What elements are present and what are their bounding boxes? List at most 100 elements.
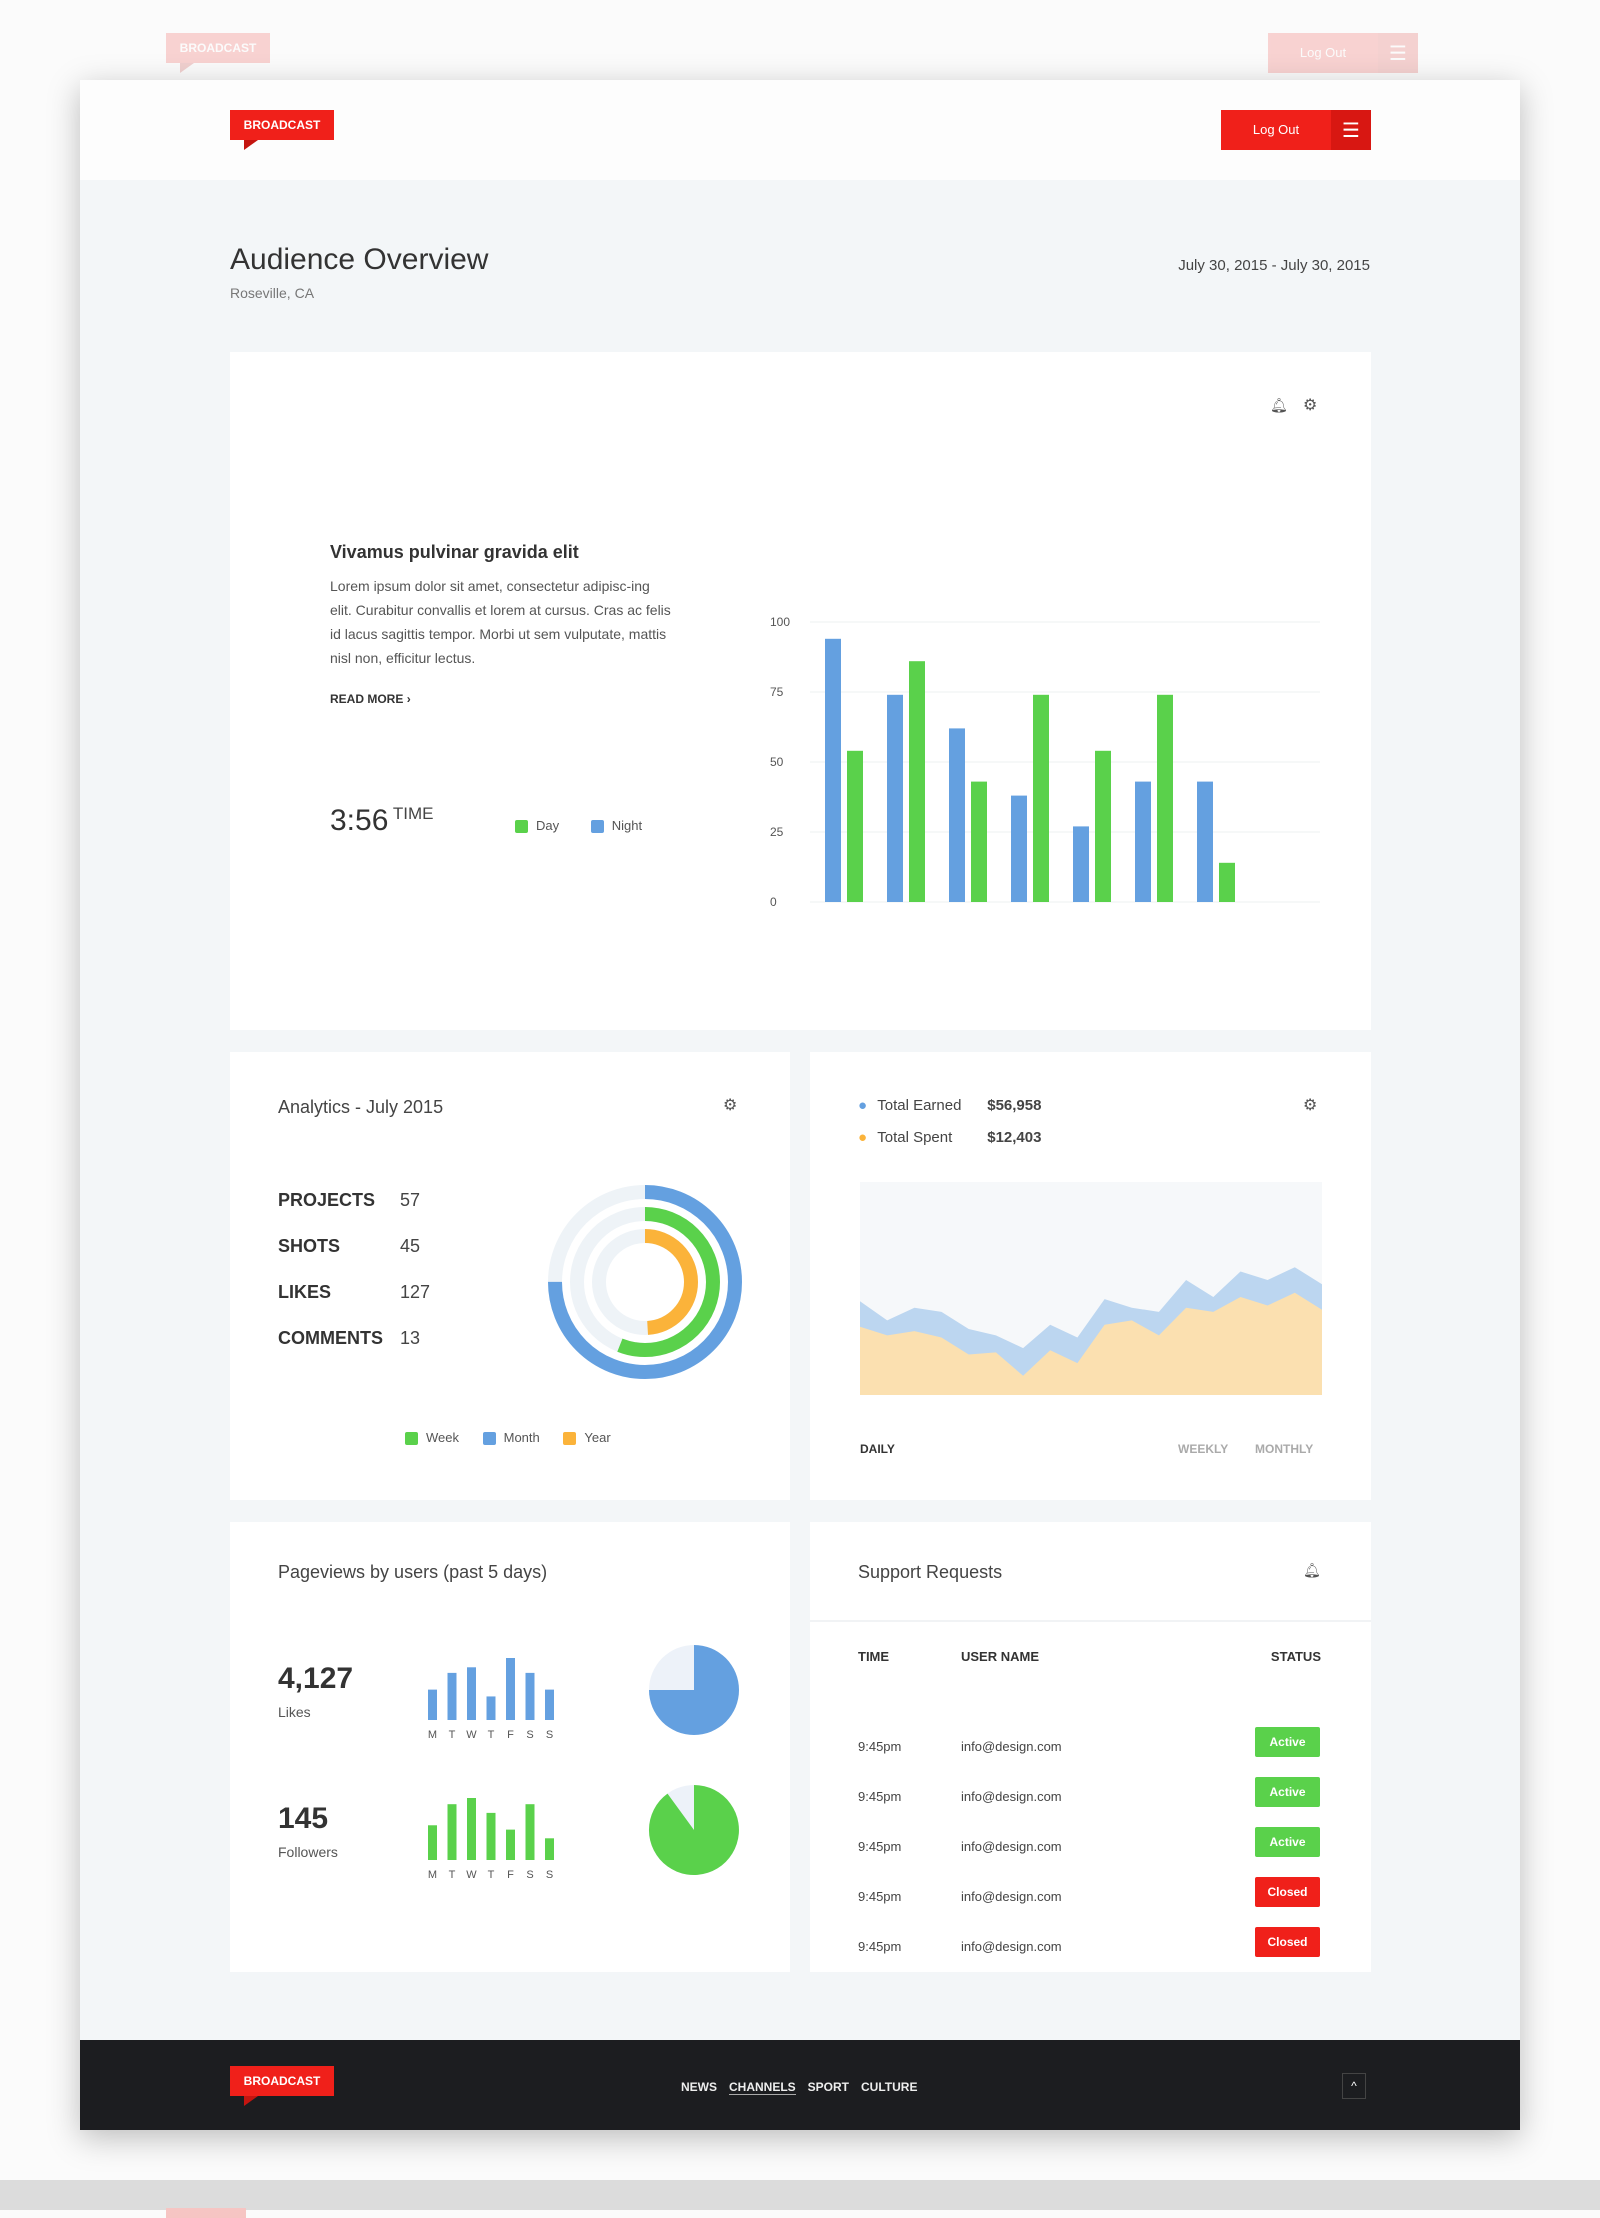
status-badge[interactable]: Active [1255,1777,1320,1807]
mini-bar [447,1804,457,1860]
day-label: S [526,1729,533,1741]
day-label: T [449,1869,456,1881]
gear-icon[interactable]: ⚙ [723,1095,737,1115]
mini-bar [428,1689,437,1720]
day-label: S [546,1729,553,1741]
bar-day [1157,694,1173,902]
stat-value: 127 [400,1282,431,1302]
analytics-title: Analytics - July 2015 [278,1097,444,1117]
day-label: S [526,1869,533,1881]
footer-nav-sport[interactable]: SPORT [808,2080,849,2094]
bar-night [825,638,841,902]
mini-bar [525,1804,535,1860]
ring-legend: Week Month Year [405,1430,611,1446]
stat-label: LIKES [278,1282,332,1302]
mini-bar [506,1829,515,1860]
footer-logo[interactable]: BROADCAST [230,2066,334,2106]
status-badge[interactable]: Active [1255,1827,1320,1857]
row-time: 9:45pm [858,1889,902,1904]
logout-label[interactable]: Log Out [1221,110,1331,150]
mini-bar [486,1812,496,1860]
day-label: T [488,1729,495,1741]
time-stat: 3:56 TIME [330,804,433,838]
hamburger-icon[interactable]: ☰ [1331,110,1371,150]
bar-night [1135,781,1151,902]
status-badge[interactable]: Closed [1255,1877,1320,1907]
row-user[interactable]: info@design.com [961,1739,1062,1754]
read-more-link[interactable]: READ MORE › [330,692,411,706]
pageview-label: Followers [278,1844,338,1860]
table-row: 9:45pm info@design.com Closed [810,1927,1370,1967]
bar-day [909,661,925,902]
brand-logo[interactable]: BROADCAST [230,110,334,150]
bar-day [1033,694,1049,902]
day-label: M [428,1729,437,1741]
logout-button[interactable]: Log Out ☰ [1221,110,1371,150]
ghost-logout-label: Log Out [1299,45,1347,60]
legend-month: Month [503,1430,540,1445]
day-label: T [449,1729,456,1741]
stat-value: 57 [400,1190,421,1210]
bar-chart: 100 75 50 25 0 [770,615,1320,909]
stat-label: COMMENTS [278,1328,383,1348]
footer-nav-culture[interactable]: CULTURE [861,2080,917,2094]
chevron-up-icon: ^ [1351,2079,1357,2093]
y-tick-label: 75 [770,685,784,699]
hamburger-icon: ☰ [1378,33,1418,73]
spent-row: ● Total Spent $12,403 [858,1129,1041,1146]
support-title: Support Requests [858,1562,1003,1582]
bar-legend: Day Night [515,818,643,834]
pageviews-card: Pageviews by users (past 5 days) 4,127 Li… [230,1522,790,1972]
gear-icon[interactable]: ⚙ [1303,395,1317,415]
pageview-label: Likes [278,1704,311,1720]
tab-monthly[interactable]: MONTHLY [1255,1442,1313,1456]
footer-nav-channels[interactable]: CHANNELS [729,2080,796,2095]
y-tick-label: 50 [770,755,784,769]
bell-icon[interactable]: 🔔︎ [1270,397,1288,414]
row-user[interactable]: info@design.com [961,1839,1062,1854]
earned-label: Total Earned [877,1097,962,1114]
bar-night [949,728,965,902]
top-header: BROADCAST Log Out ☰ [80,80,1520,180]
row-user[interactable]: info@design.com [961,1789,1062,1804]
time-label: TIME [392,804,434,823]
day-label: S [546,1869,553,1881]
scroll-top-button[interactable]: ^ [1342,2073,1366,2099]
spent-label: Total Spent [877,1129,953,1146]
mini-bar [467,1667,476,1720]
mini-bar [428,1825,437,1860]
tab-daily[interactable]: DAILY [860,1442,895,1456]
table-row: 9:45pm info@design.com Closed [810,1877,1370,1917]
mini-bar [525,1672,535,1720]
column-time: TIME [858,1649,890,1664]
page-title: Audience Overview [230,243,489,276]
footer-nav: NEWS CHANNELS SPORT CULTURE [675,2078,923,2096]
status-badge[interactable]: Closed [1255,1927,1320,1957]
bar-night [1197,781,1213,902]
tab-weekly[interactable]: WEEKLY [1178,1442,1228,1456]
bell-icon[interactable]: 🔔︎ [1303,1562,1321,1579]
row-user[interactable]: info@design.com [961,1939,1062,1954]
bar-day [847,750,863,902]
pie-chart [649,1645,739,1735]
overview-card: 🔔︎ ⚙ Vivamus pulvinar gravida elit Lorem… [230,352,1371,1030]
read-more-label[interactable]: READ MORE [330,692,403,706]
gear-icon[interactable]: ⚙ [1303,1095,1317,1115]
analytics-card: Analytics - July 2015 ⚙ PROJECTS 57 SHOTS 4… [230,1052,790,1500]
day-label: F [507,1869,514,1881]
ring-chart [548,1185,742,1379]
table-row: 9:45pm info@design.com Active [810,1827,1370,1867]
legend-night: Night [611,818,643,833]
day-label: W [466,1729,477,1741]
dashboard-frame: BROADCAST Log Out ☰ Audience Overview Ro… [80,80,1520,2130]
status-badge[interactable]: Active [1255,1727,1320,1757]
background-lower [0,2180,1600,2218]
mini-bar [467,1798,476,1860]
mini-bar-chart: MTWTFSS [428,1798,554,1881]
earned-row: ● Total Earned $56,958 [858,1097,1041,1114]
pie-chart [648,1785,739,1875]
date-range[interactable]: July 30, 2015 - July 30, 2015 [1178,257,1370,274]
row-time: 9:45pm [858,1839,902,1854]
row-user[interactable]: info@design.com [961,1889,1062,1904]
footer-nav-news[interactable]: NEWS [681,2080,717,2094]
